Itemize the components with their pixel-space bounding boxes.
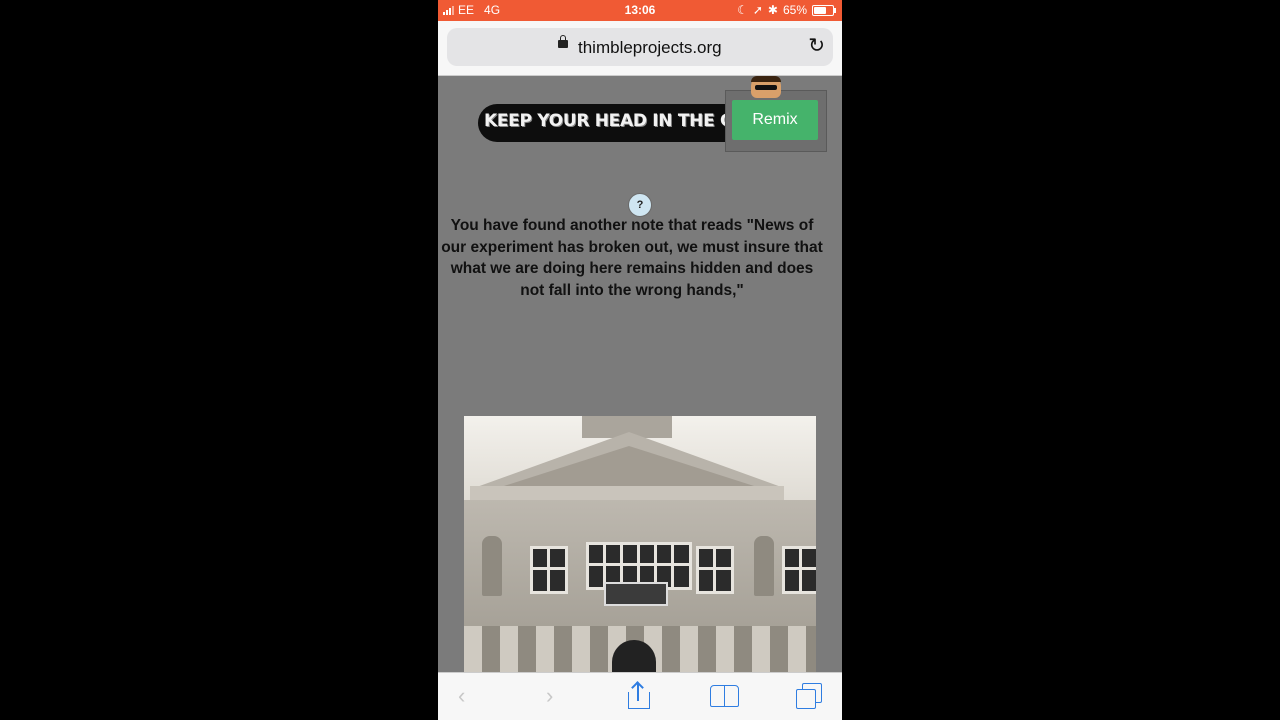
banner-text: KEEP YOUR HEAD IN THE GA <box>484 111 747 131</box>
lock-icon <box>558 35 568 48</box>
reload-icon[interactable]: ↻ <box>808 35 825 57</box>
browser-toolbar: ‹ › <box>438 672 842 720</box>
battery-icon <box>812 4 836 16</box>
bookmarks-icon[interactable] <box>710 683 740 707</box>
battery-percent: 65% <box>782 3 807 17</box>
forward-icon[interactable]: › <box>546 683 553 709</box>
location-icon: ➚ <box>752 3 763 17</box>
tabs-icon[interactable] <box>796 683 826 709</box>
web-page: KEEP YOUR HEAD IN THE GA Remix ? You hav… <box>438 76 842 676</box>
building-photo <box>464 416 816 676</box>
back-icon[interactable]: ‹ <box>458 683 465 709</box>
browser-address-area: thimbleprojects.org ↻ <box>438 21 842 76</box>
story-text: You have found another note that reads "… <box>441 217 823 299</box>
share-icon[interactable] <box>628 683 650 709</box>
moon-icon: ☾ <box>737 3 748 17</box>
status-bar: EE 4G 13:06 ☾ ➚ ✱ 65% <box>438 0 842 21</box>
address-bar[interactable]: thimbleprojects.org ↻ <box>447 28 833 66</box>
help-button[interactable]: ? <box>628 193 652 217</box>
url-text[interactable]: thimbleprojects.org <box>578 38 722 58</box>
remix-button[interactable]: Remix <box>732 100 818 140</box>
battery-fill <box>814 6 826 14</box>
status-right: ☾ ➚ ✱ 65% <box>737 3 836 17</box>
phone-screen: EE 4G 13:06 ☾ ➚ ✱ 65% thimbleprojects.or… <box>438 0 842 720</box>
avatar-icon <box>746 76 786 98</box>
bluetooth-icon: ✱ <box>767 3 778 17</box>
